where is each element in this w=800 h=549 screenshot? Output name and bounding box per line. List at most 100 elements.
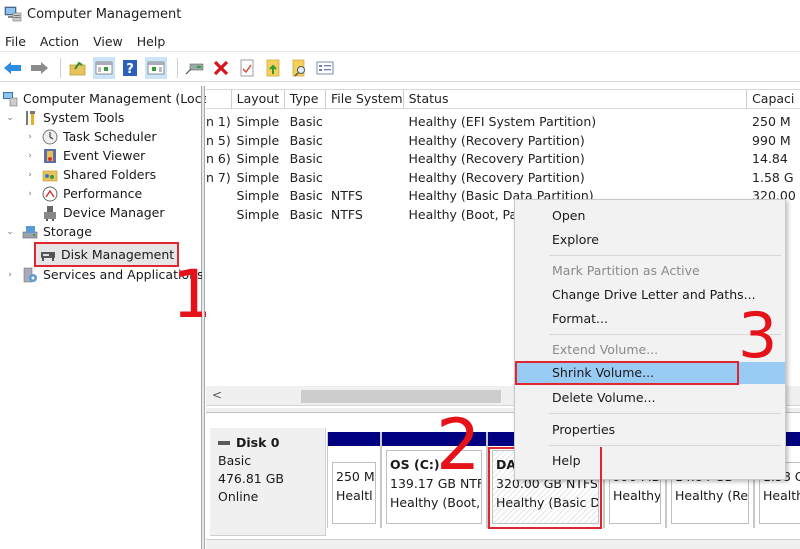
- show-hide-console-tree-button[interactable]: [93, 56, 115, 79]
- chevron-right-icon[interactable]: ›: [4, 270, 16, 280]
- volume-cell: n 6): [206, 151, 231, 167]
- volume-cell: n 5): [206, 132, 231, 148]
- disk-name: Disk 0: [236, 435, 280, 450]
- volume-cell: 14.84: [752, 151, 788, 167]
- partition-status: Healthy (Rec: [675, 488, 749, 503]
- tree-item-shared-folders[interactable]: › Shared Folders: [24, 165, 156, 184]
- pane-splitter[interactable]: [202, 86, 205, 549]
- volume-cell: Simple: [236, 169, 280, 185]
- find-button[interactable]: [288, 57, 310, 79]
- delete-button[interactable]: [210, 57, 232, 79]
- menu-file[interactable]: File: [0, 34, 33, 49]
- disk-state: Online: [218, 489, 259, 504]
- console-tree: Computer Management (Local) ⌄ System Too…: [0, 86, 218, 549]
- show-hide-console-tree-icon: [95, 61, 113, 74]
- back-arrow-icon: [4, 61, 21, 74]
- volume-cell: Simple: [236, 188, 280, 204]
- disk-icon: [218, 441, 230, 445]
- volume-list-row[interactable]: n 7) Simple Basic Healthy (Recovery Partiti…: [206, 169, 800, 187]
- annotation-step-3: 3: [738, 299, 778, 372]
- volume-cell: 990 M: [752, 132, 791, 148]
- volume-cell: Healthy (Recovery Partition): [408, 132, 585, 148]
- back-button[interactable]: [2, 57, 24, 79]
- show-hide-action-pane-icon: [147, 61, 165, 74]
- menu-view[interactable]: View: [86, 34, 130, 49]
- menu-item-properties[interactable]: Properties: [515, 419, 785, 441]
- properties-button[interactable]: [236, 57, 258, 79]
- column-header-status[interactable]: Status: [404, 90, 748, 109]
- menu-item-explore[interactable]: Explore: [515, 229, 785, 251]
- toolbar-separator: [60, 57, 61, 78]
- tree-item-system-tools[interactable]: ⌄ System Tools: [4, 108, 124, 127]
- partition-bar: [328, 432, 380, 446]
- chevron-right-icon[interactable]: ›: [24, 170, 36, 180]
- properties-check-icon: [240, 59, 254, 76]
- volume-cell: Healthy (Recovery Partition): [408, 151, 585, 167]
- volume-cell: [326, 132, 404, 150]
- connect-drive-button[interactable]: [184, 57, 206, 79]
- computer-management-icon: [2, 91, 18, 107]
- computer-management-icon: [4, 6, 22, 22]
- title-bar: Computer Management: [0, 0, 800, 28]
- services-icon: [22, 267, 38, 283]
- chevron-down-icon[interactable]: ⌄: [4, 227, 16, 237]
- partition-efi[interactable]: 250 M Healtl: [327, 432, 381, 528]
- highlight-box-disk-management: [34, 242, 179, 267]
- menu-item-delete-volume[interactable]: Delete Volume...: [515, 387, 785, 409]
- volume-list-row[interactable]: n 5) Simple Basic Healthy (Recovery Partiti…: [206, 132, 800, 150]
- volume-cell: Simple: [236, 151, 280, 167]
- tree-root-computer-management[interactable]: Computer Management (Local): [2, 89, 218, 108]
- scrollbar-thumb[interactable]: [301, 390, 501, 403]
- tree-item-storage[interactable]: ⌄ Storage: [4, 222, 92, 241]
- column-header-volume[interactable]: [206, 90, 232, 109]
- menu-item-open[interactable]: Open: [515, 205, 785, 227]
- column-header-file-system[interactable]: File System: [326, 90, 404, 109]
- volume-cell: [326, 113, 404, 131]
- partition-status: Healtl: [336, 488, 373, 503]
- help-icon: ?: [123, 59, 137, 77]
- volume-cell: NTFS: [330, 188, 363, 204]
- volume-list-row[interactable]: n 6) Simple Basic Healthy (Recovery Partiti…: [206, 150, 800, 168]
- partition-status: Healthy (Boot, F: [390, 495, 482, 510]
- connect-drive-icon: [185, 63, 204, 74]
- partition-status: Healthy: [613, 488, 661, 503]
- chevron-right-icon[interactable]: ›: [24, 132, 36, 142]
- window-title: Computer Management: [27, 6, 182, 22]
- menu-action[interactable]: Action: [33, 34, 86, 49]
- volume-cell: 1.58 G: [752, 169, 794, 185]
- chevron-right-icon[interactable]: ›: [24, 189, 36, 199]
- disk-type: Basic: [218, 453, 252, 468]
- column-header-type[interactable]: Type: [285, 90, 327, 109]
- volume-cell: Simple: [236, 207, 280, 222]
- disk-view-footer: [206, 539, 800, 549]
- forward-button[interactable]: [28, 57, 50, 79]
- show-hide-action-pane-button[interactable]: [145, 56, 167, 79]
- menu-help[interactable]: Help: [130, 34, 173, 49]
- toolbar-separator: [177, 57, 178, 78]
- up-folder-icon: [69, 61, 86, 75]
- volume-cell: Basic: [289, 151, 323, 167]
- volume-list-row[interactable]: n 1) Simple Basic Healthy (EFI System Parti…: [206, 113, 800, 131]
- chevron-down-icon[interactable]: ⌄: [4, 113, 16, 123]
- volume-cell: n 7): [206, 169, 231, 185]
- help-button[interactable]: ?: [119, 57, 141, 79]
- event-viewer-icon: [42, 148, 58, 164]
- tree-item-task-scheduler[interactable]: › Task Scheduler: [24, 127, 157, 146]
- menu-separator: [549, 255, 781, 256]
- tree-item-device-manager[interactable]: Device Manager: [42, 203, 165, 222]
- volume-cell: [326, 150, 404, 168]
- delete-icon: [213, 60, 229, 75]
- list-view-button[interactable]: [314, 57, 336, 79]
- column-header-capacity[interactable]: Capaci: [747, 90, 800, 109]
- menu-item-mark-partition-active[interactable]: Mark Partition as Active: [515, 260, 785, 282]
- tree-item-performance[interactable]: › Performance: [24, 184, 142, 203]
- export-list-button[interactable]: [262, 57, 284, 79]
- volume-cell: [206, 206, 232, 224]
- up-one-level-button[interactable]: [67, 57, 89, 79]
- volume-cell: Basic: [289, 188, 323, 204]
- scroll-left-arrow[interactable]: <: [212, 388, 222, 402]
- chevron-right-icon[interactable]: ›: [24, 151, 36, 161]
- tree-item-event-viewer[interactable]: › Event Viewer: [24, 146, 145, 165]
- column-header-layout[interactable]: Layout: [232, 90, 285, 109]
- disk-0-label[interactable]: Disk 0 Basic 476.81 GB Online: [210, 428, 326, 536]
